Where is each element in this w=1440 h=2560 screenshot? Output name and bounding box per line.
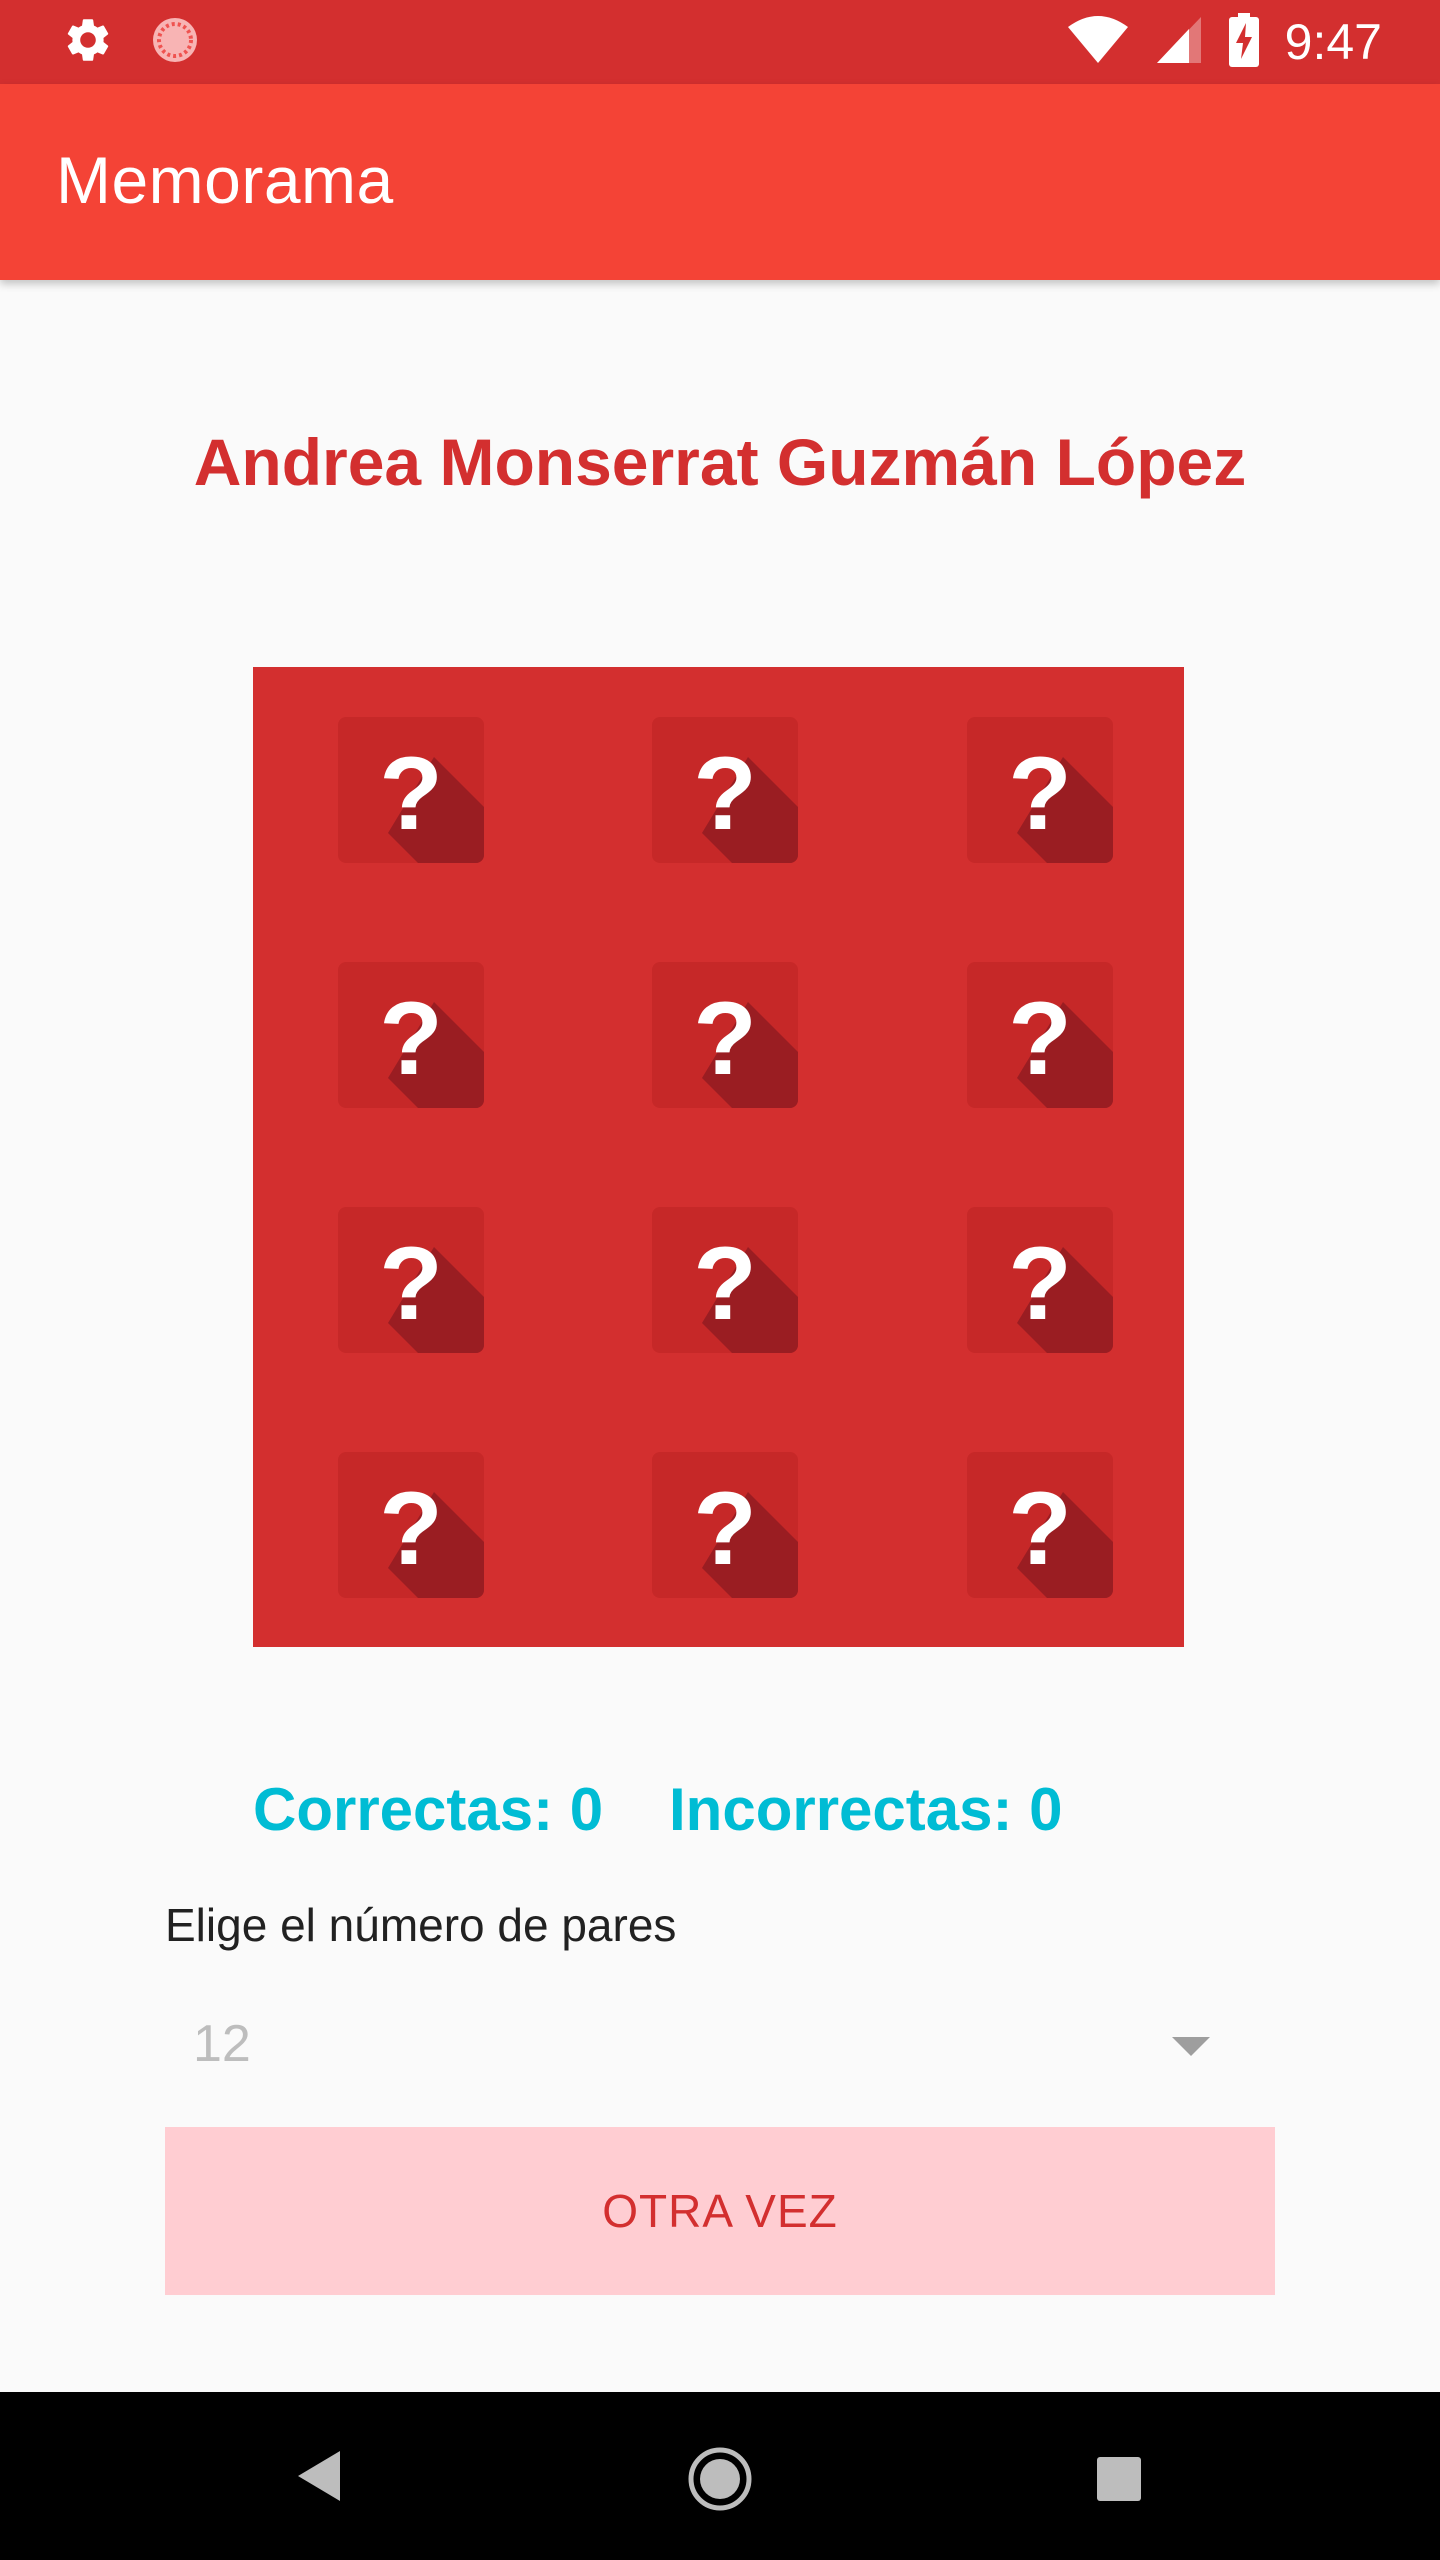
question-mark-icon: ? [693, 736, 798, 863]
svg-text:?: ? [379, 981, 443, 1097]
incorrect-count: Incorrectas: 0 [669, 1776, 1063, 1843]
question-mark-icon: ? [379, 981, 484, 1108]
dropdown-arrow-icon [1172, 2037, 1210, 2056]
wifi-icon [1067, 15, 1129, 70]
svg-text:?: ? [693, 1471, 757, 1587]
pairs-dropdown[interactable]: 12 [165, 2000, 1275, 2090]
play-again-button[interactable]: OTRA VEZ [165, 2127, 1275, 2295]
memory-card[interactable]: ? [338, 962, 484, 1108]
app-title: Memorama [56, 143, 394, 217]
player-name: Andrea Monserrat Guzmán López [193, 425, 1247, 499]
memory-card[interactable]: ? [967, 717, 1113, 863]
svg-text:?: ? [1008, 1226, 1072, 1342]
memory-card[interactable]: ? [338, 717, 484, 863]
memory-card[interactable]: ? [967, 1452, 1113, 1598]
question-mark-icon: ? [693, 981, 798, 1108]
memory-board: ? ? ? ? ? ? ? ? ? ? ? ? [253, 667, 1184, 1647]
memory-card[interactable]: ? [967, 962, 1113, 1108]
svg-text:?: ? [693, 736, 757, 852]
loading-indicator-icon [150, 15, 200, 70]
status-bar: 9:47 [0, 0, 1440, 84]
question-mark-icon: ? [379, 1226, 484, 1353]
svg-text:?: ? [693, 981, 757, 1097]
settings-icon [62, 14, 114, 71]
svg-text:?: ? [379, 1471, 443, 1587]
memory-card[interactable]: ? [652, 1452, 798, 1598]
recents-icon[interactable] [1097, 2457, 1141, 2506]
cell-signal-icon [1155, 15, 1203, 70]
home-icon[interactable] [687, 2446, 753, 2517]
question-mark-icon: ? [1008, 1226, 1113, 1353]
memory-card[interactable]: ? [338, 1207, 484, 1353]
memory-card[interactable]: ? [652, 962, 798, 1108]
question-mark-icon: ? [1008, 1471, 1113, 1598]
svg-text:?: ? [379, 1226, 443, 1342]
svg-text:?: ? [693, 1226, 757, 1342]
svg-text:?: ? [1008, 736, 1072, 852]
memory-card[interactable]: ? [652, 1207, 798, 1353]
question-mark-icon: ? [1008, 736, 1113, 863]
memory-card[interactable]: ? [652, 717, 798, 863]
correct-count: Correctas: 0 [253, 1776, 604, 1843]
svg-text:?: ? [1008, 1471, 1072, 1587]
question-mark-icon: ? [693, 1471, 798, 1598]
question-mark-icon: ? [379, 1471, 484, 1598]
pairs-label: Elige el número de pares [165, 1899, 677, 1951]
battery-charging-icon [1228, 12, 1259, 72]
back-icon[interactable] [296, 2449, 342, 2508]
svg-text:?: ? [379, 736, 443, 852]
svg-text:?: ? [1008, 981, 1072, 1097]
question-mark-icon: ? [379, 736, 484, 863]
navigation-bar [0, 2392, 1440, 2560]
status-clock: 9:47 [1284, 14, 1382, 70]
memory-card[interactable]: ? [338, 1452, 484, 1598]
question-mark-icon: ? [693, 1226, 798, 1353]
memory-card[interactable]: ? [967, 1207, 1113, 1353]
app-bar: Memorama [0, 84, 1440, 280]
question-mark-icon: ? [1008, 981, 1113, 1108]
pairs-selected-value: 12 [193, 2015, 251, 2073]
